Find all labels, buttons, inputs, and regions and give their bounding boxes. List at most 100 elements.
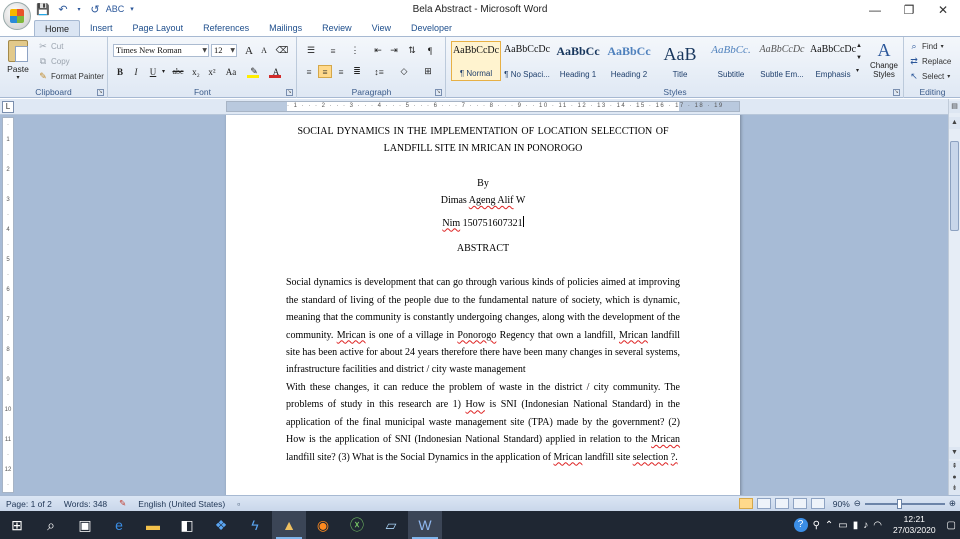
change-styles-button[interactable]: A Change Styles xyxy=(867,40,901,79)
notifications-icon[interactable]: ▢ xyxy=(947,520,956,531)
style-item[interactable]: AaBbCcDc Subtle Em... xyxy=(757,41,807,81)
draft-view-icon[interactable] xyxy=(810,498,825,509)
style-item[interactable]: AaB Title xyxy=(655,41,705,81)
zoom-out-icon[interactable]: ⊖ xyxy=(854,498,861,509)
restore-button[interactable]: ❐ xyxy=(892,0,926,20)
styles-scroll-down-icon[interactable]: ▼ xyxy=(856,55,862,61)
next-page-icon[interactable]: ⇟ xyxy=(949,483,960,495)
print-layout-view-icon[interactable] xyxy=(738,498,753,509)
minimize-button[interactable]: — xyxy=(858,0,892,20)
font-name-select[interactable]: Times New Roman ▼ xyxy=(113,44,209,57)
find-button[interactable]: ⌕ Find ▾ xyxy=(909,41,943,51)
align-right-button[interactable]: ≡ xyxy=(334,65,348,78)
full-screen-reading-view-icon[interactable] xyxy=(756,498,771,509)
style-item[interactable]: AaBbCc Heading 1 xyxy=(553,41,603,81)
font-color-button[interactable]: A xyxy=(267,65,285,78)
outline-view-icon[interactable] xyxy=(792,498,807,509)
web-layout-view-icon[interactable] xyxy=(774,498,789,509)
styles-dialog-launcher-icon[interactable]: ↘ xyxy=(893,89,900,96)
shading-button[interactable]: ◇ xyxy=(394,65,414,78)
zoom-slider-thumb[interactable] xyxy=(897,498,903,509)
scrollbar-thumb[interactable] xyxy=(950,141,959,231)
center-button[interactable]: ≡ xyxy=(318,65,332,78)
customize-qat-icon[interactable]: ▾ xyxy=(128,2,136,16)
spelling-check-icon[interactable]: ABC xyxy=(106,2,125,16)
style-item[interactable]: AaBbCc. Subtitle xyxy=(706,41,756,81)
format-painter-button[interactable]: ✎ Format Painter xyxy=(38,71,104,81)
bold-button[interactable]: B xyxy=(113,65,127,78)
italic-button[interactable]: I xyxy=(129,65,143,78)
xbox-icon[interactable]: ⓧ xyxy=(340,511,374,539)
sort-button[interactable]: ⇅ xyxy=(405,44,419,57)
paragraph-dialog-launcher-icon[interactable]: ↘ xyxy=(435,89,442,96)
borders-button[interactable]: ⊞ xyxy=(418,65,438,78)
redo-icon[interactable]: ↺ xyxy=(88,2,102,16)
align-left-button[interactable]: ≡ xyxy=(302,65,316,78)
store-icon[interactable]: ◧ xyxy=(170,511,204,539)
language-indicator[interactable]: English (United States) xyxy=(132,499,231,509)
zoom-slider[interactable] xyxy=(864,498,945,509)
tray-chevron-icon[interactable]: ⌃ xyxy=(825,520,833,531)
task-view-icon[interactable]: ▣ xyxy=(68,511,102,539)
clipboard-dialog-launcher-icon[interactable]: ↘ xyxy=(97,89,104,96)
font-dialog-launcher-icon[interactable]: ↘ xyxy=(286,89,293,96)
document-page[interactable]: SOCIAL DYNAMICS IN THE IMPLEMENTATION OF… xyxy=(226,115,740,495)
font-size-select[interactable]: 12 ▼ xyxy=(211,44,237,57)
replace-button[interactable]: ⇄ Replace xyxy=(909,56,951,66)
horizontal-ruler[interactable]: · 1 · · · 2 · · · 3 · · · 4 · · · 5 · · … xyxy=(226,101,740,112)
line-spacing-button[interactable]: ↕≡ xyxy=(369,65,389,78)
vertical-scrollbar[interactable]: ▤ ▲ ▼ ⇞ ● ⇟ xyxy=(948,99,960,495)
zoom-in-icon[interactable]: ⊕ xyxy=(949,498,956,509)
styles-scroll-up-icon[interactable]: ▲ xyxy=(856,43,862,49)
grow-font-button[interactable]: A xyxy=(242,44,256,57)
underline-dropdown-icon[interactable]: ▾ xyxy=(160,65,167,78)
tab-mailings[interactable]: Mailings xyxy=(259,20,312,36)
tab-home[interactable]: Home xyxy=(34,20,81,36)
close-button[interactable]: ✕ xyxy=(926,0,960,20)
decrease-indent-button[interactable]: ⇤ xyxy=(371,44,385,57)
bullets-button[interactable]: ☰ xyxy=(302,44,320,57)
visual-studio-icon[interactable]: ϟ xyxy=(238,511,272,539)
increase-indent-button[interactable]: ⇥ xyxy=(387,44,401,57)
file-explorer-icon[interactable]: ▬ xyxy=(136,511,170,539)
tab-references[interactable]: References xyxy=(193,20,259,36)
volume-icon[interactable]: ♪ xyxy=(863,520,868,531)
tab-view[interactable]: View xyxy=(362,20,401,36)
tab-insert[interactable]: Insert xyxy=(80,20,123,36)
highlight-button[interactable]: ✎ xyxy=(245,65,263,78)
select-button[interactable]: ↖ Select ▾ xyxy=(909,71,950,81)
scroll-up-icon[interactable]: ▲ xyxy=(949,117,960,129)
battery-icon[interactable]: ▮ xyxy=(853,520,859,531)
strikethrough-button[interactable]: abc xyxy=(169,65,187,78)
word-taskbar-icon[interactable]: W xyxy=(408,511,442,539)
clock[interactable]: 12:21 27/03/2020 xyxy=(887,514,942,536)
notepad-icon[interactable]: ▱ xyxy=(374,511,408,539)
macro-recording-icon[interactable]: ▫ xyxy=(231,499,246,509)
copy-button[interactable]: ⧉ Copy xyxy=(38,56,70,66)
dropbox-icon[interactable]: ❖ xyxy=(204,511,238,539)
paste-button[interactable]: Paste ▾ xyxy=(4,40,32,84)
multilevel-list-button[interactable]: ⋮ xyxy=(346,44,364,57)
help-icon[interactable]: ? xyxy=(793,518,808,532)
style-item[interactable]: AaBbCcDc ¶ Normal xyxy=(451,41,501,81)
justify-button[interactable]: ≣ xyxy=(350,65,364,78)
firefox-icon[interactable]: ◉ xyxy=(306,511,340,539)
scroll-down-icon[interactable]: ▼ xyxy=(949,447,960,459)
undo-dropdown-icon[interactable]: ▾ xyxy=(76,2,82,16)
tablet-icon[interactable]: ▭ xyxy=(838,520,847,531)
save-icon[interactable]: 💾 xyxy=(36,2,50,16)
photos-icon[interactable]: ▲ xyxy=(272,511,306,539)
edge-browser-icon[interactable]: e xyxy=(102,511,136,539)
people-icon[interactable]: ⚲ xyxy=(813,520,820,531)
clear-formatting-button[interactable]: ⌫ xyxy=(275,44,289,57)
tab-review[interactable]: Review xyxy=(312,20,362,36)
start-windows-icon[interactable]: ⊞ xyxy=(0,511,34,539)
proofing-icon[interactable]: ✎ xyxy=(113,498,132,509)
zoom-level[interactable]: 90% xyxy=(833,499,850,509)
shrink-font-button[interactable]: A xyxy=(257,44,271,57)
subscript-button[interactable]: x₂ xyxy=(189,65,203,78)
underline-button[interactable]: U xyxy=(146,65,160,78)
search-icon[interactable]: ⌕ xyxy=(34,511,68,539)
change-case-button[interactable]: Aa xyxy=(222,65,240,78)
tab-page-layout[interactable]: Page Layout xyxy=(123,20,194,36)
